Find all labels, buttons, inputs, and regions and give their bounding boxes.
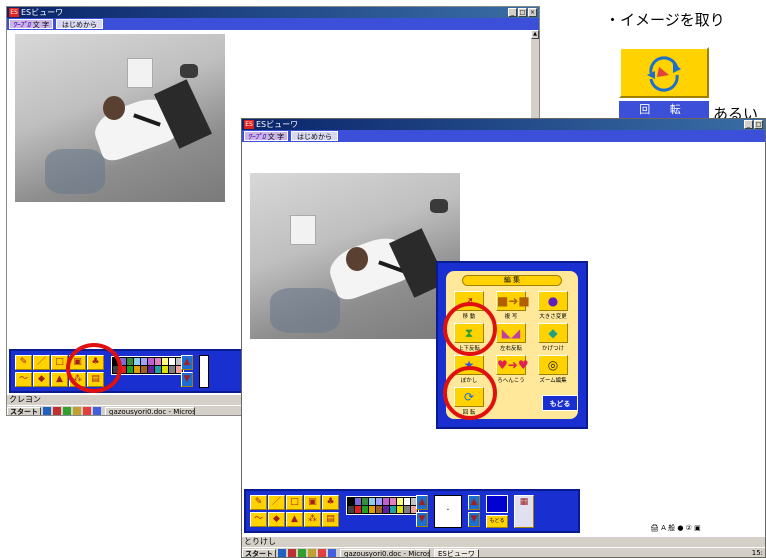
current-color-swatch xyxy=(199,355,209,388)
edit-color-change-button[interactable]: ♥➜♥ ろへんこう xyxy=(492,355,530,384)
dialog-title: 編 集 xyxy=(462,275,562,286)
window-titlebar: ES ESビューワ _ □ × xyxy=(7,7,539,18)
rotate-button-label: 回 転 xyxy=(619,101,709,118)
window-controls: _ □ xyxy=(744,120,763,129)
resize-icon: ● xyxy=(538,291,568,311)
line-tool-button[interactable]: ／ xyxy=(33,355,50,370)
rect-tool-button[interactable]: □ xyxy=(286,495,303,510)
pen-size-preview: · xyxy=(434,495,462,528)
edit-resize-button[interactable]: ● 大きさ変更 xyxy=(534,291,572,320)
scroll-up-arrow[interactable]: ▲ xyxy=(531,30,539,39)
edit-flip-horizontal-button[interactable]: ◣◢ 左右反転 xyxy=(492,323,530,352)
shadow-icon: ◆ xyxy=(538,323,568,343)
quicklaunch-icon[interactable] xyxy=(318,549,326,557)
menu-restart[interactable]: はじめから xyxy=(55,19,103,29)
minimize-button[interactable]: _ xyxy=(744,120,753,129)
edit-zoom-button[interactable]: ◎ ズーム編集 xyxy=(534,355,572,384)
palette-scroll-down[interactable]: ▼ xyxy=(416,512,428,527)
start-button[interactable]: スタート xyxy=(242,548,276,557)
taskbar-item-document[interactable]: gazousyori0.doc - Micros... xyxy=(105,406,195,415)
flip-horizontal-icon: ◣◢ xyxy=(496,323,526,343)
palette-scroll-down[interactable]: ▼ xyxy=(181,372,193,387)
close-button[interactable]: × xyxy=(528,8,537,17)
quicklaunch-icon[interactable] xyxy=(328,549,336,557)
app-icon: ES xyxy=(9,8,19,17)
quicklaunch-icon[interactable] xyxy=(308,549,316,557)
palette-scroll-up[interactable]: ▲ xyxy=(416,495,428,510)
fill-tool-button[interactable]: ▲ xyxy=(286,512,303,527)
fill-tool-button[interactable]: ▲ xyxy=(51,372,68,387)
image-edit-tool-button[interactable]: ▣ xyxy=(304,495,321,510)
quicklaunch-icon[interactable] xyxy=(43,407,51,415)
maximize-button[interactable]: □ xyxy=(518,8,527,17)
back-small-button[interactable]: もどる xyxy=(486,515,508,528)
dialog-back-button[interactable]: もどる xyxy=(542,395,578,411)
quicklaunch-icon[interactable] xyxy=(63,407,71,415)
quicklaunch-icon[interactable] xyxy=(278,549,286,557)
photo-canvas[interactable] xyxy=(250,173,460,339)
start-button[interactable]: スタート xyxy=(7,406,41,415)
quicklaunch-icon[interactable] xyxy=(53,407,61,415)
quicklaunch-icon[interactable] xyxy=(73,407,81,415)
maximize-button[interactable]: □ xyxy=(754,120,763,129)
minimize-button[interactable]: _ xyxy=(508,8,517,17)
open-file-button[interactable]: ▤ xyxy=(322,512,339,527)
spray-tool-button[interactable]: ⁂ xyxy=(304,512,321,527)
status-bar: とりけし xyxy=(242,537,765,547)
size-up-button[interactable]: ▲ xyxy=(468,495,480,510)
highlight-circle-image-edit xyxy=(66,343,122,393)
edit-copy-button[interactable]: ■➜■ 複 写 xyxy=(492,291,530,320)
quicklaunch-icon[interactable] xyxy=(298,549,306,557)
quicklaunch-icon[interactable] xyxy=(93,407,101,415)
palette-scroll-up[interactable]: ▲ xyxy=(181,355,193,370)
edit-shadow-button[interactable]: ◆ かげつけ xyxy=(534,323,572,352)
instruction-text-line1: ・イメージを取り xyxy=(605,11,725,29)
color-palette[interactable] xyxy=(346,496,419,515)
menu-restart[interactable]: はじめから xyxy=(290,131,338,141)
rotate-icon xyxy=(647,56,681,92)
clock: 15: xyxy=(751,549,763,557)
window-controls: _ □ × xyxy=(508,8,537,17)
stamp-tool-button[interactable]: ♣ xyxy=(322,495,339,510)
window-title: ESビューワ xyxy=(21,8,64,17)
taskbar-item-document[interactable]: gazousyori0.doc - Micros... xyxy=(340,548,430,557)
menu-text-mode[interactable]: ﾜｰﾌﾟﾛ 文 字 xyxy=(244,131,288,141)
size-down-button[interactable]: ▼ xyxy=(468,512,480,527)
taskbar-item-viewer[interactable]: ESビューワ xyxy=(434,548,479,557)
current-color-swatch xyxy=(486,495,508,513)
save-button[interactable]: ▦ xyxy=(514,495,534,528)
brush-tool-button[interactable]: ～ xyxy=(15,372,32,387)
app-icon: ES xyxy=(244,120,254,129)
crayon-tool-button[interactable]: ✎ xyxy=(250,495,267,510)
system-tray-icons: 🖨 A 般 ● ② ▣ xyxy=(650,524,701,532)
zoom-edit-icon: ◎ xyxy=(538,355,568,375)
eraser-tool-button[interactable]: ◆ xyxy=(268,512,285,527)
color-change-icon: ♥➜♥ xyxy=(496,355,529,375)
photo-canvas[interactable] xyxy=(15,34,225,202)
crayon-tool-button[interactable]: ✎ xyxy=(15,355,32,370)
copy-icon: ■➜■ xyxy=(496,291,530,311)
window-titlebar: ES ESビューワ _ □ xyxy=(242,119,765,130)
menu-bar: ﾜｰﾌﾟﾛ 文 字 はじめから xyxy=(242,130,765,142)
taskbar: スタート gazousyori0.doc - Micros... ESビューワ … xyxy=(242,547,765,557)
rotate-button-large[interactable] xyxy=(619,47,709,98)
drawing-toolbar: ✎ ／ □ ▣ ♣ ～ ◆ ▲ ⁂ ▤ ▲ ▼ · ▲ ▼ もどる ▦ xyxy=(244,489,580,533)
eraser-tool-button[interactable]: ◆ xyxy=(33,372,50,387)
highlight-circle-rotate xyxy=(443,366,497,420)
highlight-circle-move xyxy=(443,302,497,356)
line-tool-button[interactable]: ／ xyxy=(268,495,285,510)
viewer-window-front: ES ESビューワ _ □ ﾜｰﾌﾟﾛ 文 字 はじめから 編 集 ➚ 移 動 … xyxy=(241,118,766,558)
quicklaunch-icon[interactable] xyxy=(83,407,91,415)
quicklaunch-icon[interactable] xyxy=(288,549,296,557)
window-title: ESビューワ xyxy=(256,120,299,129)
menu-text-mode[interactable]: ﾜｰﾌﾟﾛ 文 字 xyxy=(9,19,53,29)
menu-bar: ﾜｰﾌﾟﾛ 文 字 はじめから xyxy=(7,18,539,30)
brush-tool-button[interactable]: ～ xyxy=(250,512,267,527)
